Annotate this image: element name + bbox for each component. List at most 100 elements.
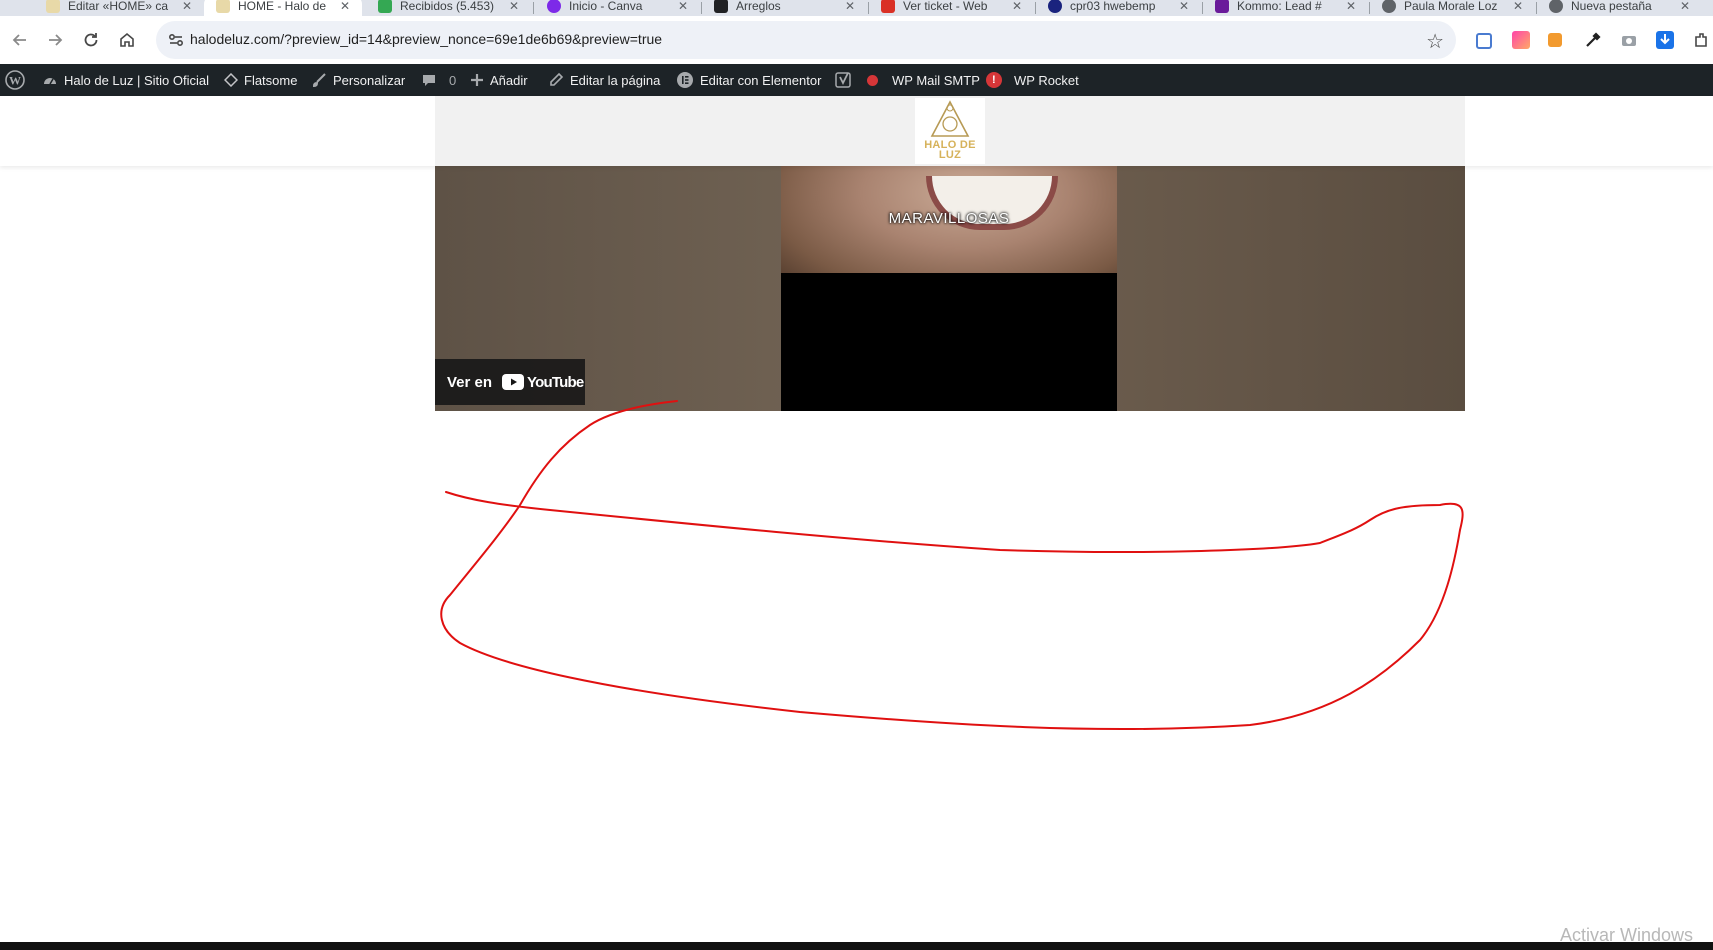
site-name-label: Halo de Luz | Sitio Oficial <box>64 72 209 88</box>
watch-on-label: Ver en <box>447 373 493 391</box>
tab-title: Arreglos <box>736 0 781 13</box>
tab-title: Editar «HOME» ca <box>68 0 169 13</box>
wp-rocket-label: WP Rocket <box>1014 72 1079 88</box>
site-info-icon[interactable] <box>166 30 186 50</box>
wordpress-logo-icon: W <box>5 70 25 90</box>
browser-tab[interactable]: cpr03 hwebemp ✕ <box>1036 0 1201 16</box>
browser-tab[interactable]: Editar «HOME» ca ✕ <box>34 0 204 16</box>
tab-close-icon[interactable]: ✕ <box>1680 0 1690 13</box>
back-arrow-icon <box>12 34 26 46</box>
tab-title: HOME - Halo de <box>238 0 327 13</box>
tab-close-icon[interactable]: ✕ <box>182 0 192 13</box>
comments-button[interactable]: 0 <box>421 64 456 96</box>
tab-close-icon[interactable]: ✕ <box>1012 0 1022 13</box>
tab-close-icon[interactable]: ✕ <box>1346 0 1356 13</box>
annotation-curve <box>440 400 1464 731</box>
tab-title: Kommo: Lead # <box>1237 0 1322 13</box>
video-caption: MARAVILLOSAS <box>888 210 1010 227</box>
wp-admin-bar: W Halo de Luz | Sitio Oficial Flatsome P… <box>0 64 1713 96</box>
browser-tab-active[interactable]: HOME - Halo de ✕ <box>204 0 362 16</box>
elementor-icon <box>677 72 693 88</box>
forward-button[interactable] <box>43 28 67 52</box>
edit-page-label: Editar la página <box>570 72 661 88</box>
tab-close-icon[interactable]: ✕ <box>1179 0 1189 13</box>
triangle-halo-logo-icon <box>930 100 970 137</box>
forward-arrow-icon <box>49 34 63 46</box>
tab-title: Ver ticket - Web <box>903 0 988 13</box>
tab-favicon-icon <box>881 0 895 13</box>
bookmark-star-icon[interactable]: ☆ <box>1426 29 1444 54</box>
tab-favicon-icon <box>1382 0 1396 13</box>
wp-rocket-menu[interactable]: WP Rocket <box>1014 64 1079 96</box>
wp-mail-smtp-menu[interactable]: WP Mail SMTP ! <box>892 64 1002 96</box>
tab-close-icon[interactable]: ✕ <box>678 0 688 13</box>
tab-close-icon[interactable]: ✕ <box>509 0 519 13</box>
theme-menu[interactable]: Flatsome <box>224 64 297 96</box>
tab-favicon-icon <box>46 0 60 13</box>
extension-orange-icon[interactable] <box>1548 33 1562 47</box>
address-bar[interactable]: halodeluz.com/?preview_id=14&preview_non… <box>156 21 1456 59</box>
url-text[interactable]: halodeluz.com/?preview_id=14&preview_non… <box>190 31 662 47</box>
home-button[interactable] <box>115 28 139 52</box>
youtube-logo: YouTube <box>502 373 584 391</box>
seo-status-dot <box>867 74 878 86</box>
add-new-label: Añadir <box>490 72 528 88</box>
tab-title: Nueva pestaña <box>1571 0 1652 13</box>
tab-close-icon[interactable]: ✕ <box>845 0 855 13</box>
browser-tab[interactable]: Arreglos ✕ <box>702 0 867 16</box>
tab-favicon-icon <box>1549 0 1563 13</box>
pencil-icon <box>550 72 564 86</box>
youtube-wordmark: YouTube <box>527 373 584 391</box>
site-name-menu[interactable]: Halo de Luz | Sitio Oficial <box>42 64 209 96</box>
svg-text:W: W <box>9 74 21 88</box>
customize-label: Personalizar <box>333 72 406 88</box>
extension-translate-icon[interactable] <box>1476 33 1492 49</box>
extensions-puzzle-icon[interactable] <box>1692 31 1710 49</box>
browser-tab[interactable]: Recibidos (5.453) ✕ <box>366 0 531 16</box>
eyedropper-icon[interactable] <box>1584 31 1602 49</box>
taskbar-edge <box>0 942 1713 950</box>
comments-count: 0 <box>449 72 457 88</box>
customize-button[interactable]: Personalizar <box>311 64 405 96</box>
yoast-seo-menu[interactable] <box>835 64 878 96</box>
comment-bubble-icon <box>423 75 435 86</box>
tab-title: Recibidos (5.453) <box>400 0 495 13</box>
browser-tab[interactable]: Inicio - Canva ✕ <box>535 0 700 16</box>
tab-title: Inicio - Canva <box>569 0 643 13</box>
paintbrush-icon <box>312 73 326 88</box>
reload-button[interactable] <box>79 28 103 52</box>
tab-favicon-icon <box>714 0 728 13</box>
flatsome-diamond-icon <box>224 73 238 87</box>
tab-favicon-icon <box>1048 0 1062 13</box>
browser-tab-strip: Editar «HOME» ca ✕ HOME - Halo de ✕ Reci… <box>0 0 1713 16</box>
tab-favicon-icon <box>216 0 230 13</box>
browser-tab[interactable]: Ver ticket - Web ✕ <box>869 0 1034 16</box>
tab-title: cpr03 hwebemp <box>1070 0 1156 13</box>
site-header: HALO DE LUZ <box>0 96 1713 166</box>
browser-tab[interactable]: Paula Morale Loz ✕ <box>1370 0 1535 16</box>
download-icon[interactable] <box>1656 31 1674 49</box>
add-new-menu[interactable]: Añadir <box>470 64 528 96</box>
tab-title: Paula Morale Loz <box>1404 0 1498 13</box>
wordpress-logo-button[interactable]: W <box>5 64 31 96</box>
logo-text: HALO DE LUZ <box>924 139 976 161</box>
browser-tab[interactable]: Kommo: Lead # ✕ <box>1203 0 1368 16</box>
tab-favicon-icon <box>547 0 561 13</box>
edit-elementor-button[interactable]: Editar con Elementor <box>676 64 821 96</box>
camera-icon[interactable] <box>1620 31 1638 49</box>
home-icon <box>120 32 134 47</box>
dashboard-gauge-icon <box>44 78 56 85</box>
tab-close-icon[interactable]: ✕ <box>1513 0 1523 13</box>
tab-separator <box>533 2 534 14</box>
tab-close-icon[interactable]: ✕ <box>340 0 350 13</box>
tab-favicon-icon <box>1215 0 1229 13</box>
edit-elementor-label: Editar con Elementor <box>700 72 822 88</box>
watch-on-youtube-button[interactable]: Ver en YouTube <box>435 359 585 405</box>
youtube-play-icon <box>502 374 525 390</box>
site-logo[interactable]: HALO DE LUZ <box>915 98 985 164</box>
edit-page-button[interactable]: Editar la página <box>548 64 660 96</box>
browser-toolbar: halodeluz.com/?preview_id=14&preview_non… <box>0 16 1713 64</box>
back-button[interactable] <box>8 28 32 52</box>
browser-tab[interactable]: Nueva pestaña ✕ <box>1537 0 1702 16</box>
extension-gradient-icon[interactable] <box>1512 31 1530 49</box>
